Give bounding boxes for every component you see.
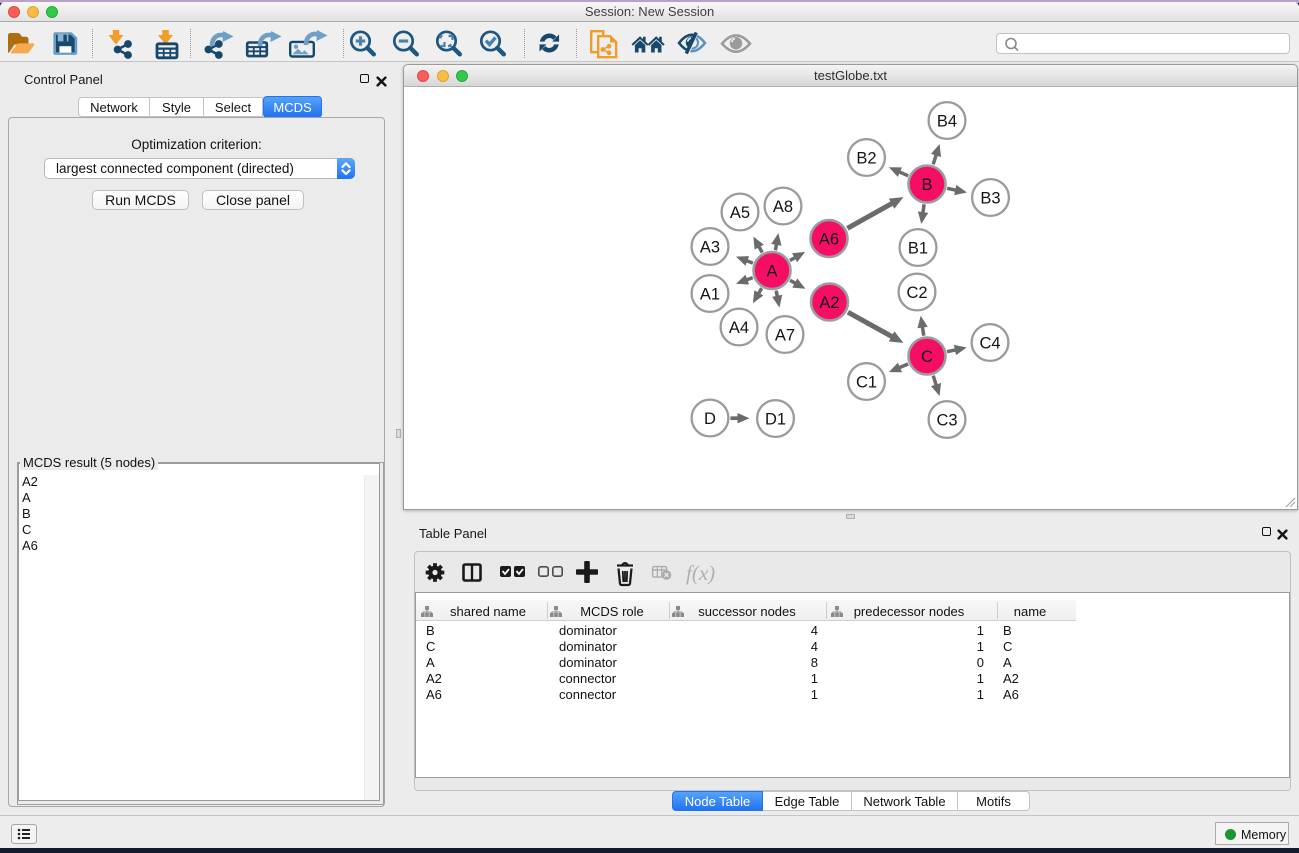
svg-text:C1: C1	[856, 373, 877, 391]
svg-text:A6: A6	[819, 230, 839, 248]
svg-text:B: B	[921, 176, 932, 194]
svg-text:C3: C3	[936, 411, 957, 429]
svg-text:f(x): f(x)	[686, 561, 715, 585]
svg-text:C: C	[921, 348, 933, 366]
svg-text:A3: A3	[700, 238, 720, 256]
svg-text:C4: C4	[979, 334, 1000, 352]
svg-text:B1: B1	[908, 239, 928, 257]
svg-text:A8: A8	[773, 198, 793, 216]
svg-text:D: D	[704, 410, 716, 428]
svg-text:D1: D1	[765, 410, 786, 428]
svg-text:B3: B3	[980, 189, 1000, 207]
svg-text:B4: B4	[937, 112, 957, 130]
svg-text:A1: A1	[700, 285, 720, 303]
svg-text:A5: A5	[730, 204, 750, 222]
svg-text:A4: A4	[729, 319, 749, 337]
svg-text:A: A	[766, 262, 777, 280]
svg-text:A2: A2	[819, 294, 839, 312]
svg-text:B2: B2	[856, 149, 876, 167]
svg-text:C2: C2	[906, 284, 927, 302]
svg-text:A7: A7	[775, 326, 795, 344]
